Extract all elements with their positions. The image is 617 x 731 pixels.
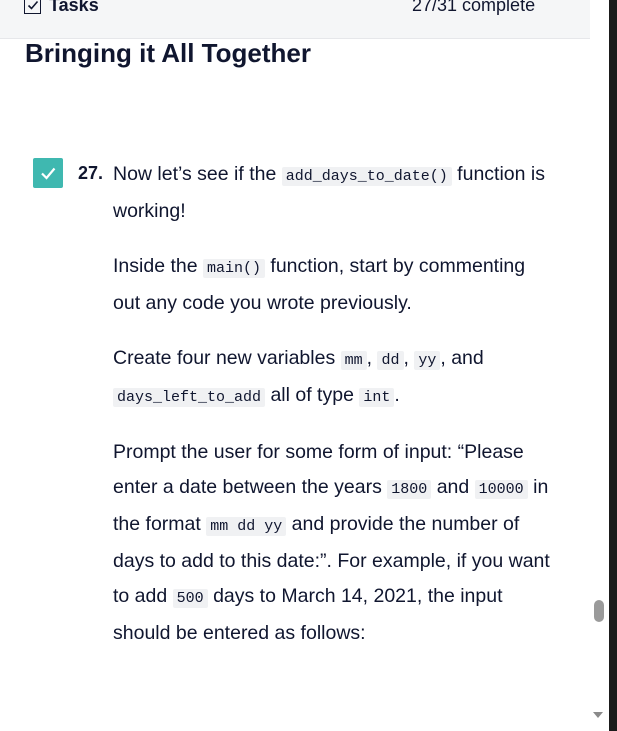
instruction-paragraph: Create four new variables mm, dd, yy, an… bbox=[113, 341, 553, 415]
instruction-paragraph: Now let’s see if the add_days_to_date() … bbox=[113, 157, 553, 229]
tasks-header: Tasks 27/31 complete bbox=[0, 0, 590, 39]
inline-code: int bbox=[359, 388, 395, 407]
text: , bbox=[403, 347, 415, 369]
scroll-down-arrow-icon[interactable] bbox=[593, 712, 603, 718]
text: all of type bbox=[265, 384, 360, 406]
inline-code: days_left_to_add bbox=[113, 388, 266, 407]
text: Create four new variables bbox=[113, 347, 341, 369]
inline-code: 10000 bbox=[474, 480, 528, 499]
text: , bbox=[366, 347, 378, 369]
instruction-paragraph: Inside the main() function, start by com… bbox=[113, 249, 553, 321]
tasks-toggle[interactable]: Tasks bbox=[24, 0, 99, 16]
inline-code: mm bbox=[340, 351, 367, 370]
step-number: 27. bbox=[78, 163, 104, 183]
scrollbar-track bbox=[609, 0, 617, 731]
step-content: Now let’s see if the add_days_to_date() … bbox=[113, 157, 553, 651]
text: Now let’s see if the bbox=[113, 163, 282, 185]
inline-code: dd bbox=[377, 351, 404, 370]
inline-code: mm dd yy bbox=[206, 517, 287, 536]
progress-text: 27/31 complete bbox=[412, 0, 536, 15]
step-checkbox[interactable] bbox=[33, 158, 63, 188]
text: . bbox=[394, 384, 400, 406]
text: Inside the bbox=[113, 255, 203, 277]
checkmark-icon bbox=[41, 167, 56, 180]
inline-code: 500 bbox=[172, 589, 208, 608]
inline-code: 1800 bbox=[387, 480, 432, 499]
inline-code: yy bbox=[414, 351, 441, 370]
checkbox-icon bbox=[24, 0, 41, 14]
text: and bbox=[431, 476, 475, 498]
instruction-paragraph: Prompt the user for some form of input: … bbox=[113, 435, 553, 651]
section-title: Bringing it All Together bbox=[25, 38, 311, 68]
text: , and bbox=[440, 347, 484, 369]
inline-code: main() bbox=[202, 259, 265, 278]
scrollbar-thumb[interactable] bbox=[594, 600, 604, 622]
inline-code: add_days_to_date() bbox=[281, 167, 452, 186]
tasks-label: Tasks bbox=[49, 0, 99, 15]
